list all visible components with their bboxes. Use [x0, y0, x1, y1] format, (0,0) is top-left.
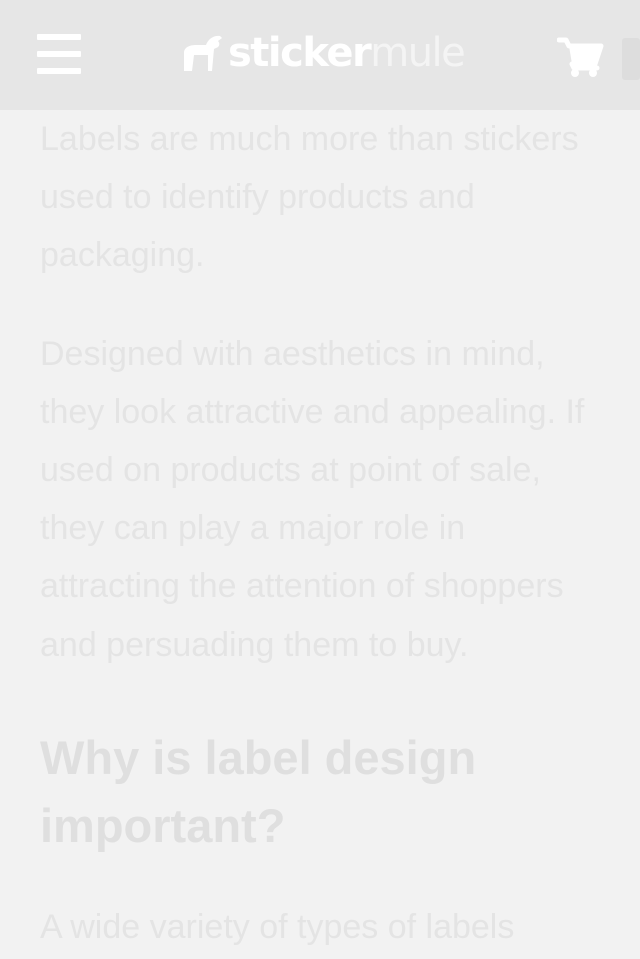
logo-text: stickermule: [228, 30, 466, 76]
paragraph-partial: A wide variety of types of labels: [40, 907, 515, 946]
paragraph-labels-intro: Labels are much more than stickers used …: [40, 120, 579, 275]
site-header: stickermule: [0, 0, 640, 110]
logo-text-sticker: sticker: [228, 30, 372, 76]
shopping-cart-icon[interactable]: [556, 36, 605, 78]
section-heading: Why is label design important?: [40, 730, 477, 852]
menu-bar: [37, 51, 81, 57]
menu-bar: [37, 68, 81, 74]
sticker-mule-logo[interactable]: stickermule: [178, 30, 466, 76]
paragraph-aesthetics: Designed with aesthetics in mind, they l…: [40, 334, 585, 664]
partially-visible-button[interactable]: [622, 38, 640, 80]
mule-logo-icon: [184, 35, 222, 71]
article-content: Labels are much more than stickers used …: [40, 110, 600, 956]
menu-bar: [37, 34, 81, 40]
hamburger-menu-icon[interactable]: [37, 34, 81, 74]
logo-text-mule: mule: [370, 30, 466, 76]
cart-icon-svg: [556, 37, 604, 77]
